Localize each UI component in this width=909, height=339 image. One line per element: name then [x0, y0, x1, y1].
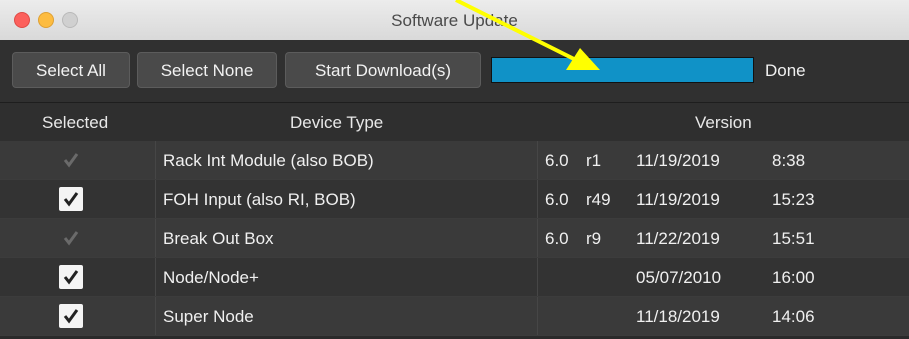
annotation-arrow-icon — [455, 0, 600, 70]
